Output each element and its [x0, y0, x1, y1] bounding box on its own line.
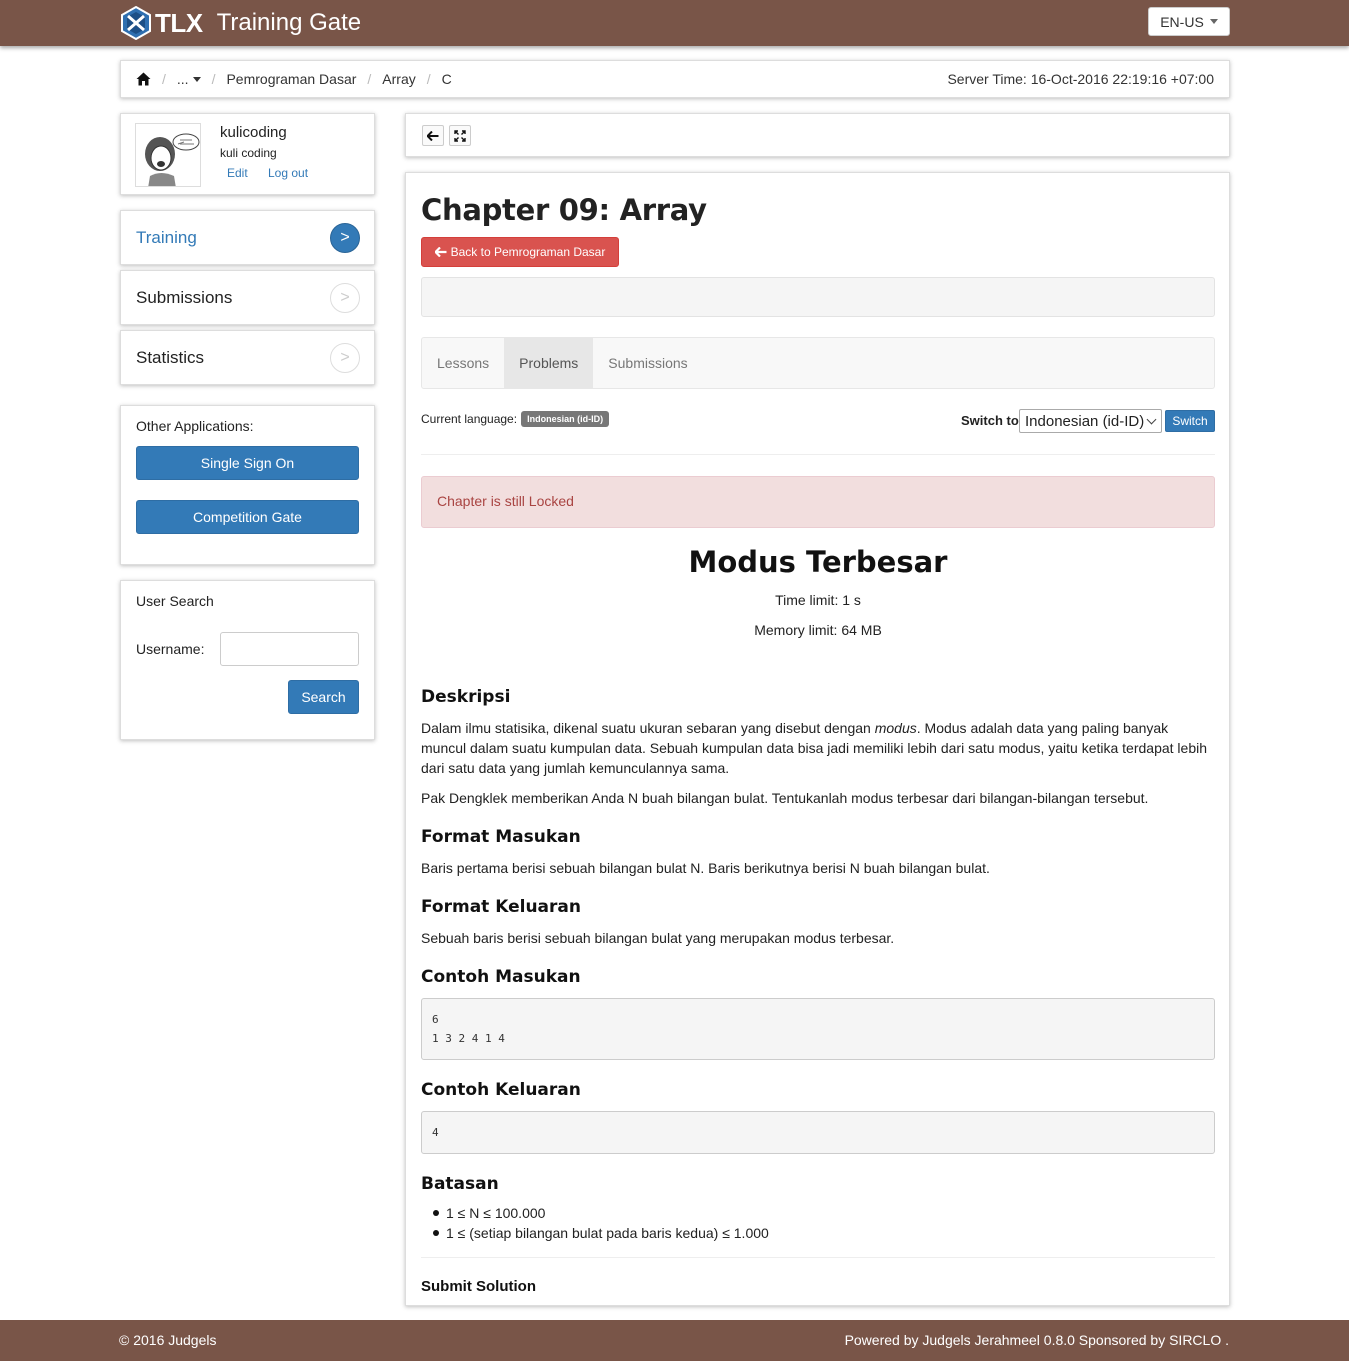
chevron-right-icon: > [330, 343, 360, 373]
fullscreen-button[interactable] [449, 125, 471, 146]
app-title: Training Gate [216, 9, 362, 36]
chapter-tabs: Lessons Problems Submissions [421, 337, 1215, 389]
divider [421, 454, 1215, 455]
app-logo[interactable]: TLX Training Gate [119, 5, 361, 41]
back-to-course-button[interactable]: Back to Pemrograman Dasar [421, 237, 619, 267]
breadcrumb-course[interactable]: Pemrograman Dasar [226, 71, 356, 87]
format-keluaran-text: Sebuah baris berisi sebuah bilangan bula… [421, 930, 895, 946]
user-profile-card: kulicoding kuli coding Edit Log out [120, 113, 375, 195]
sidebar-item-training[interactable]: Training > [120, 210, 375, 265]
tab-lessons[interactable]: Lessons [422, 338, 504, 388]
breadcrumb-chapter[interactable]: Array [382, 71, 415, 87]
chevron-down-icon [1146, 414, 1157, 425]
language-dropdown[interactable]: EN-US [1148, 7, 1230, 36]
language-select[interactable]: Indonesian (id-ID) [1019, 409, 1162, 433]
tab-submissions[interactable]: Submissions [593, 338, 702, 388]
submit-solution-heading: Submit Solution [421, 1278, 536, 1295]
caret-down-icon [1209, 19, 1218, 24]
switch-language-label: Switch to [961, 413, 1019, 428]
top-navbar: TLX Training Gate EN-US [0, 0, 1349, 46]
sample-input: 6 1 3 2 4 1 4 [421, 998, 1215, 1060]
section-heading-format-keluaran: Format Keluaran [421, 897, 581, 917]
other-applications-title: Other Applications: [136, 418, 254, 434]
logout-link[interactable]: Log out [268, 166, 308, 180]
divider [421, 1257, 1215, 1258]
breadcrumb: / ... / Pemrograman Dasar / Array / C Se… [120, 60, 1230, 98]
language-label: EN-US [1160, 13, 1204, 30]
list-item: 1 ≤ N ≤ 100.000 [431, 1203, 1215, 1223]
sidebar-item-label: Training [136, 228, 197, 247]
breadcrumb-problem[interactable]: C [442, 71, 452, 87]
memory-limit: Memory limit: 64 MB [754, 622, 882, 638]
sidebar-item-label: Submissions [136, 288, 233, 307]
list-item: 1 ≤ (setiap bilangan bulat pada baris ke… [431, 1223, 1215, 1243]
username-search-input[interactable] [220, 632, 359, 666]
home-icon[interactable] [136, 72, 151, 86]
section-heading-format-masukan: Format Masukan [421, 827, 581, 847]
content-toolbar [405, 113, 1230, 157]
fullscreen-icon [454, 129, 466, 142]
arrow-left-icon [434, 247, 447, 257]
logo-text: TLX [155, 7, 203, 38]
current-language: Current language: Indonesian (id-ID) [421, 411, 610, 427]
user-search-panel: User Search Username: Search [120, 580, 375, 740]
server-time: Server Time: 16-Oct-2016 22:19:16 +07:00 [947, 71, 1214, 87]
problem-title: Modus Terbesar [688, 545, 948, 579]
chapter-description-well [421, 277, 1215, 317]
tab-problems[interactable]: Problems [504, 338, 594, 388]
other-applications-panel: Other Applications: Single Sign On Compe… [120, 405, 375, 565]
chevron-right-icon: > [330, 283, 360, 313]
arrow-left-icon [427, 130, 439, 141]
problem-statement: Deskripsi Dalam ilmu statisika, dikenal … [421, 687, 1215, 1243]
profile-fullname: kuli coding [220, 146, 277, 160]
sidebar-item-statistics[interactable]: Statistics > [120, 330, 375, 385]
search-button[interactable]: Search [288, 680, 359, 714]
section-heading-deskripsi: Deskripsi [421, 687, 511, 707]
section-heading-contoh-keluaran: Contoh Keluaran [421, 1080, 581, 1100]
user-search-title: User Search [136, 593, 214, 609]
deskripsi-paragraph-1: Dalam ilmu statisika, dikenal suatu ukur… [421, 720, 1208, 776]
time-limit: Time limit: 1 s [775, 592, 861, 608]
breadcrumb-more[interactable]: ... [177, 71, 201, 87]
section-heading-contoh-masukan: Contoh Masukan [421, 967, 581, 987]
section-heading-batasan: Batasan [421, 1174, 499, 1194]
competition-gate-button[interactable]: Competition Gate [136, 500, 359, 534]
chapter-content-panel: Chapter 09: Array Back to Pemrograman Da… [405, 172, 1230, 1306]
sample-output: 4 [421, 1111, 1215, 1154]
caret-down-icon [192, 76, 201, 82]
locked-alert: Chapter is still Locked [421, 476, 1215, 528]
constraints-list: 1 ≤ N ≤ 100.000 1 ≤ (setiap bilangan bul… [431, 1203, 1215, 1243]
edit-profile-link[interactable]: Edit [227, 166, 248, 180]
footer-credits: Powered by Judgels Jerahmeel 0.8.0 Spons… [844, 1332, 1229, 1348]
tlx-logo-icon [121, 6, 151, 40]
chevron-right-icon: > [330, 223, 360, 253]
format-masukan-text: Baris pertama berisi sebuah bilangan bul… [421, 860, 990, 876]
single-sign-on-button[interactable]: Single Sign On [136, 446, 359, 480]
back-button[interactable] [422, 125, 444, 146]
avatar [135, 123, 201, 187]
footer: © 2016 Judgels Powered by Judgels Jerahm… [0, 1320, 1349, 1361]
profile-username: kulicoding [220, 124, 287, 141]
switch-language-button[interactable]: Switch [1165, 410, 1215, 432]
sidebar-item-label: Statistics [136, 348, 205, 367]
username-label: Username: [136, 641, 205, 657]
chapter-title: Chapter 09: Array [421, 193, 707, 227]
sidebar-item-submissions[interactable]: Submissions > [120, 270, 375, 325]
footer-copyright: © 2016 Judgels [119, 1332, 217, 1348]
deskripsi-paragraph-2: Pak Dengklek memberikan Anda N buah bila… [421, 790, 1149, 806]
current-language-badge: Indonesian (id-ID) [521, 411, 610, 427]
